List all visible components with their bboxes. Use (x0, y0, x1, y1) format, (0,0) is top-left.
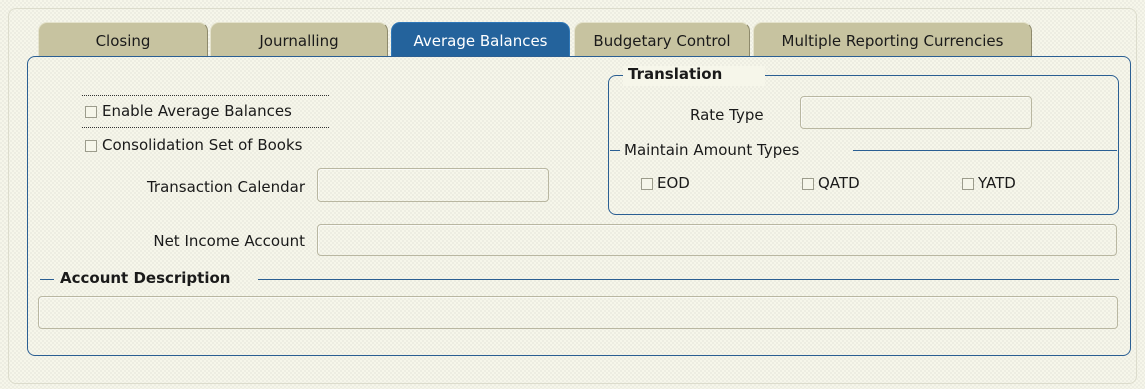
focus-indicator-bottom (82, 127, 329, 128)
yatd-label: YATD (978, 174, 1016, 192)
account-description-field[interactable] (38, 296, 1118, 329)
focus-indicator-top (82, 95, 329, 96)
eod-label: EOD (657, 174, 690, 192)
enable-average-balances-checkbox[interactable] (85, 106, 97, 118)
account-description-rule-right (258, 279, 1119, 280)
qatd-checkbox[interactable] (802, 178, 814, 190)
tab-journalling[interactable]: Journalling (210, 22, 388, 56)
rate-type-field[interactable] (800, 96, 1032, 129)
tab-closing[interactable]: Closing (38, 22, 208, 56)
maintain-amount-types-rule-left (610, 150, 620, 151)
transaction-calendar-label: Transaction Calendar (146, 178, 305, 196)
eod-checkbox[interactable] (641, 178, 653, 190)
consolidation-set-of-books-checkbox[interactable] (85, 140, 97, 152)
account-description-title: Account Description (60, 269, 231, 287)
consolidation-set-of-books-label: Consolidation Set of Books (102, 136, 303, 154)
qatd-label: QATD (818, 174, 860, 192)
net-income-account-label: Net Income Account (153, 232, 305, 250)
tab-average-balances[interactable]: Average Balances (391, 22, 570, 57)
rate-type-label: Rate Type (690, 106, 764, 124)
account-description-rule-left (40, 279, 54, 280)
yatd-checkbox[interactable] (962, 178, 974, 190)
translation-title: Translation (628, 65, 723, 83)
maintain-amount-types-title: Maintain Amount Types (624, 141, 800, 159)
transaction-calendar-field[interactable] (317, 168, 549, 202)
tab-multiple-reporting-currencies[interactable]: Multiple Reporting Currencies (753, 22, 1032, 56)
enable-average-balances-label: Enable Average Balances (102, 102, 292, 120)
maintain-amount-types-rule-right (853, 150, 1117, 151)
tab-budgetary-control[interactable]: Budgetary Control (574, 22, 750, 56)
net-income-account-field[interactable] (317, 224, 1117, 256)
